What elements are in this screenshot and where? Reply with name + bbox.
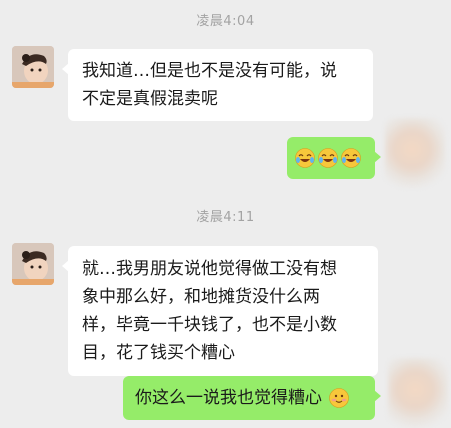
message-text-line: 样，毕竟一千块钱了，也不是小数 (82, 315, 337, 335)
flushed-smile-emoji-icon (329, 388, 350, 408)
timestamp: 凌晨4:11 (196, 210, 255, 225)
outgoing-message-bubble[interactable]: 你这么一说我也觉得糟心 (123, 376, 381, 420)
message-text-line: 不定是真假混卖呢 (82, 89, 218, 109)
crying-laughing-emoji-icon (341, 148, 361, 168)
blurred-user-avatar[interactable] (385, 118, 445, 188)
message-text-line: 我知道…但是也不是没有可能，说 (82, 61, 337, 81)
blurred-user-avatar[interactable] (388, 358, 448, 428)
child-photo-icon (12, 243, 54, 285)
message-text-line: 象中那么好，和地摊货没什么两 (82, 287, 320, 307)
crying-laughing-emoji-icon (318, 148, 338, 168)
incoming-message-bubble[interactable]: 我知道…但是也不是没有可能，说 不定是真假混卖呢 (62, 49, 373, 121)
child-photo-icon (12, 46, 54, 88)
crying-laughing-emoji-icon (295, 148, 315, 168)
message-text-line: 目，花了钱买个糟心 (82, 343, 235, 363)
outgoing-emoji-bubble[interactable] (287, 137, 381, 179)
contact-avatar[interactable] (12, 243, 54, 285)
contact-avatar[interactable] (12, 46, 54, 88)
timestamp: 凌晨4:04 (196, 14, 255, 29)
message-text-line: 就…我男朋友说他觉得做工没有想 (82, 259, 337, 279)
incoming-message-bubble[interactable]: 就…我男朋友说他觉得做工没有想 象中那么好，和地摊货没什么两 样，毕竟一千块钱了… (62, 246, 378, 376)
message-text: 你这么一说我也觉得糟心 (135, 388, 322, 408)
